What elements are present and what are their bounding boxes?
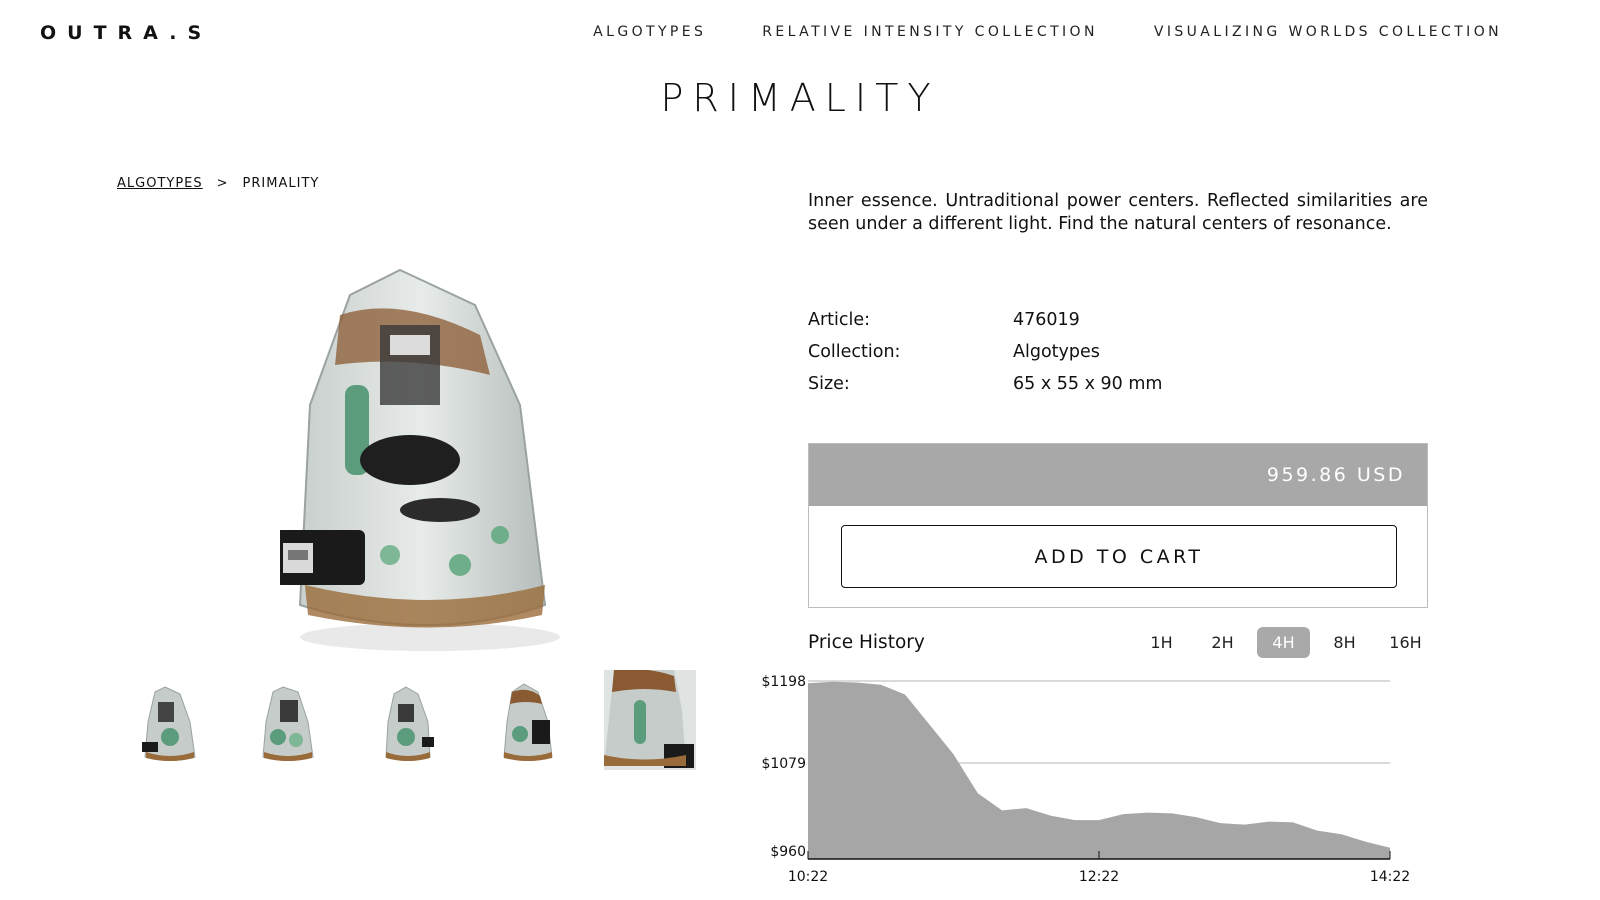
page-title: PRIMALITY (660, 76, 940, 120)
product-thumbnail[interactable] (498, 682, 558, 767)
main-nav: ALGOTYPES RELATIVE INTENSITY COLLECTION … (593, 24, 1502, 40)
brand-logo[interactable]: OUTRA.S (40, 22, 212, 44)
breadcrumb-separator: > (216, 176, 229, 191)
spec-label: Article: (808, 310, 871, 330)
buy-box: 959.86 USD ADD TO CART (808, 443, 1428, 608)
y-tick-label: $1198 (761, 674, 806, 690)
price-bar: 959.86 USD (809, 444, 1427, 506)
spec-value: 65 x 55 x 90 mm (1013, 374, 1163, 394)
spec-value: Algotypes (1013, 342, 1100, 362)
product-thumbnail[interactable] (140, 682, 200, 767)
product-thumbnail[interactable] (378, 682, 438, 767)
spec-row-article: Article: 476019 (808, 304, 1162, 336)
product-thumbnail[interactable] (258, 682, 318, 767)
product-thumbnail-selected[interactable] (604, 670, 696, 770)
price-label: 959.86 USD (1266, 464, 1405, 486)
product-specs: Article: 476019 Collection: Algotypes Si… (808, 304, 1162, 400)
spec-row-collection: Collection: Algotypes (808, 336, 1162, 368)
product-description: Inner essence. Untraditional power cente… (808, 191, 1428, 234)
spec-label: Size: (808, 374, 850, 394)
breadcrumb-parent-link[interactable]: ALGOTYPES (117, 176, 203, 191)
nav-item-relative-intensity[interactable]: RELATIVE INTENSITY COLLECTION (762, 24, 1098, 40)
spec-value: 476019 (1013, 310, 1080, 330)
price-area (808, 681, 1390, 859)
breadcrumb: ALGOTYPES > PRIMALITY (117, 176, 319, 191)
range-16h-button[interactable]: 16H (1379, 627, 1432, 658)
y-tick-label: $1079 (761, 756, 806, 772)
nav-item-algotypes[interactable]: ALGOTYPES (593, 24, 706, 40)
spec-label: Collection: (808, 342, 901, 362)
add-to-cart-button[interactable]: ADD TO CART (841, 525, 1397, 588)
x-tick-label: 10:22 (788, 869, 828, 885)
nav-item-visualizing-worlds[interactable]: VISUALIZING WORLDS COLLECTION (1154, 24, 1502, 40)
time-range-selector: 1H 2H 4H 8H 16H (1135, 627, 1432, 658)
breadcrumb-current: PRIMALITY (242, 176, 320, 191)
x-tick-label: 12:22 (1079, 869, 1119, 885)
thumbnail-strip (140, 670, 720, 792)
price-history-title: Price History (808, 632, 925, 653)
range-4h-button[interactable]: 4H (1257, 627, 1310, 658)
price-history-chart: $1198 $1079 $960 10:22 12:22 14:22 (761, 674, 1410, 885)
range-2h-button[interactable]: 2H (1196, 627, 1249, 658)
spec-row-size: Size: 65 x 55 x 90 mm (808, 368, 1162, 400)
range-1h-button[interactable]: 1H (1135, 627, 1188, 658)
range-8h-button[interactable]: 8H (1318, 627, 1371, 658)
y-tick-label: $960 (770, 844, 806, 860)
product-main-image (280, 268, 560, 651)
x-tick-label: 14:22 (1370, 869, 1410, 885)
